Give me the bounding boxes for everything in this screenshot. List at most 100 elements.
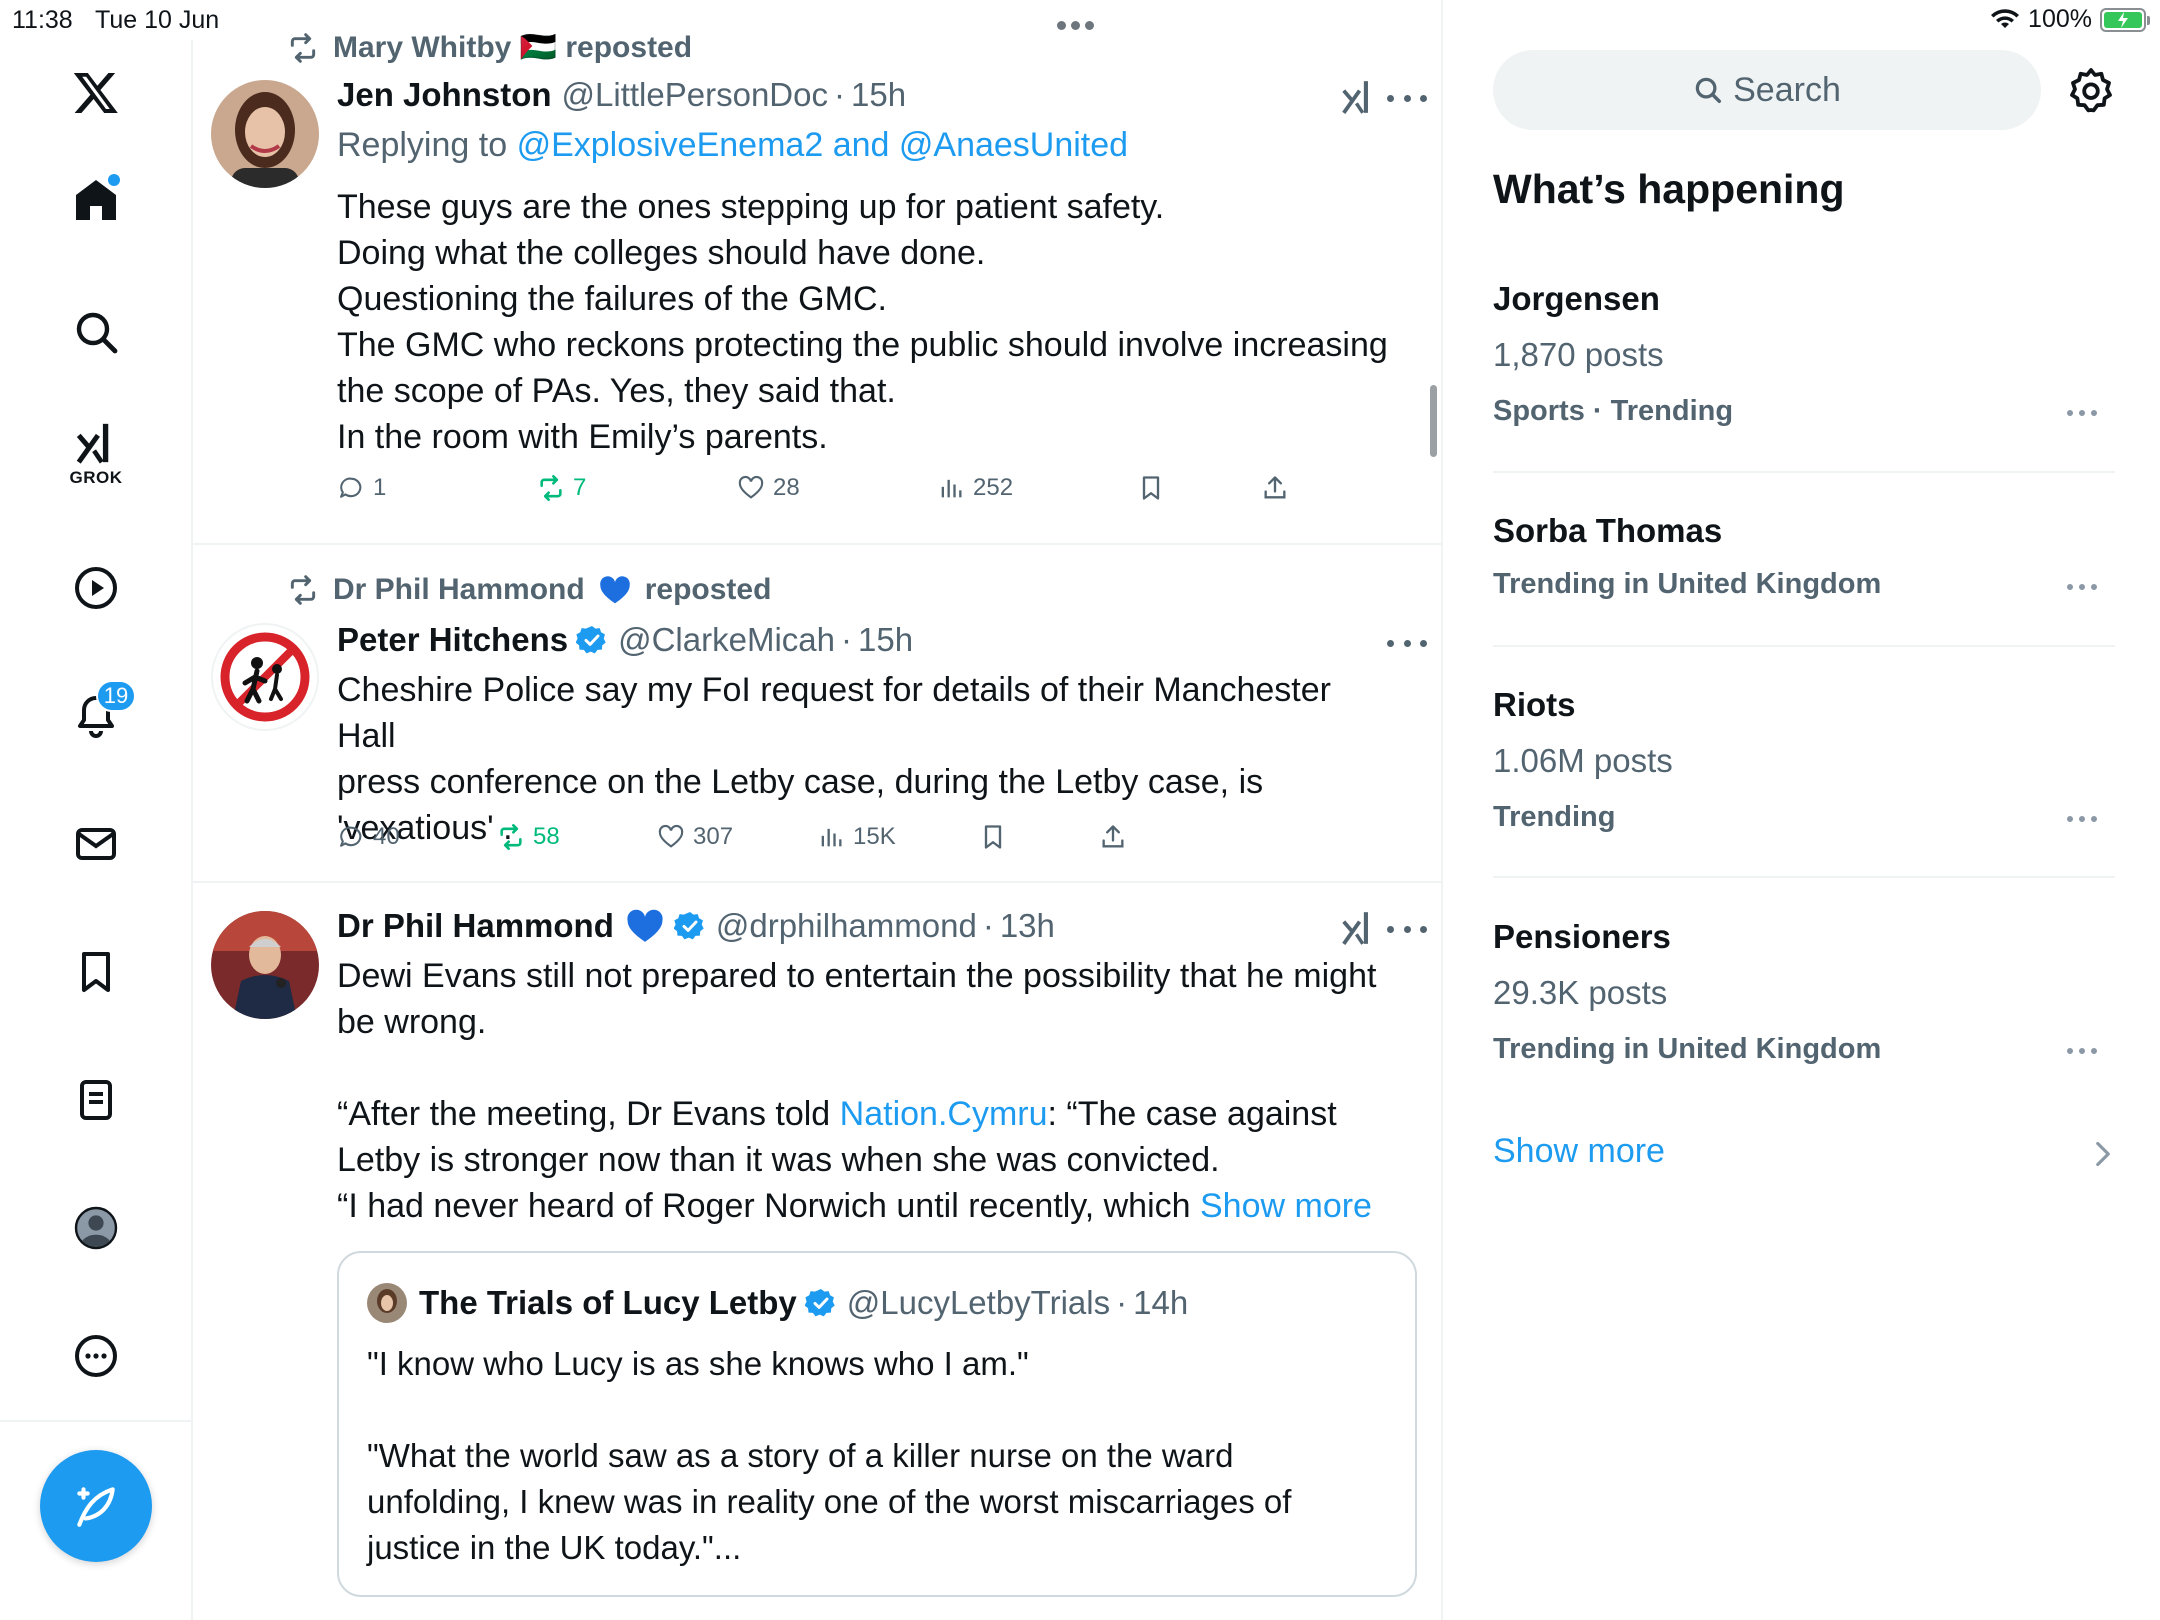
quoted-author-name[interactable]: The Trials of Lucy Letby	[419, 1284, 797, 1322]
timeline-scrollbar[interactable]	[1430, 385, 1437, 457]
tweet-text-line: In the room with Emily’s parents.	[337, 418, 828, 456]
tweet-1[interactable]: Mary Whitby 🇵🇸 reposted Jen Johnston @Li…	[193, 0, 1443, 545]
tweet-more-icon[interactable]	[1387, 637, 1427, 649]
view-count: 252	[973, 474, 1014, 501]
bookmark-button[interactable]	[1137, 474, 1165, 502]
post-time[interactable]: 13h	[1000, 907, 1055, 945]
quoted-text-line: "What the world saw as a story of a kill…	[367, 1437, 1234, 1474]
quoted-avatar[interactable]	[367, 1283, 407, 1323]
repost-icon	[500, 824, 522, 850]
search-input[interactable]: Search	[1493, 50, 2041, 130]
trend-divider	[1493, 645, 2115, 647]
views-button[interactable]: 15K	[817, 823, 896, 851]
repost-button[interactable]: 7	[537, 474, 586, 502]
quoted-tweet[interactable]: The Trials of Lucy Letby @LucyLetbyTrial…	[337, 1251, 1417, 1597]
author-handle[interactable]: @drphilhammond	[716, 907, 977, 945]
repost-count: 7	[573, 474, 587, 501]
author-handle[interactable]: @LittlePersonDoc	[562, 76, 828, 114]
whats-happening-title: What’s happening	[1493, 166, 1845, 212]
trend-item[interactable]: Sorba Thomas Trending in United Kingdom	[1493, 512, 2115, 612]
author-name[interactable]: Dr Phil Hammond	[337, 907, 614, 945]
reply-icon	[340, 477, 362, 498]
trend-more-icon[interactable]	[2067, 410, 2097, 418]
video-play-icon[interactable]	[66, 558, 126, 618]
grok-explain-icon[interactable]	[1339, 909, 1377, 947]
like-button[interactable]: 307	[657, 823, 733, 851]
views-button[interactable]: 252	[937, 474, 1013, 502]
trend-item[interactable]: Riots 1.06M posts Trending	[1493, 686, 2115, 846]
replying-to-label: Replying to	[337, 126, 508, 164]
verified-badge-icon	[673, 912, 704, 940]
heart-icon	[738, 475, 764, 499]
trend-more-icon[interactable]	[2067, 584, 2097, 592]
post-time[interactable]: 15h	[858, 621, 913, 659]
more-options-icon[interactable]	[66, 1326, 126, 1386]
tweet-text-line: “After the meeting, Dr Evans told Nation…	[337, 1095, 1337, 1133]
heart-icon	[658, 824, 684, 848]
compose-post-button[interactable]	[40, 1450, 152, 1562]
bookmark-button[interactable]	[979, 823, 1007, 851]
reply-button[interactable]: 1	[337, 474, 386, 502]
tweet-text: These guys are the ones stepping up for …	[337, 184, 1397, 460]
reply-mention-2[interactable]: @AnaesUnited	[899, 126, 1128, 164]
author-handle[interactable]: @ClarkeMicah	[618, 621, 835, 659]
show-more-link[interactable]: Show more	[1200, 1187, 1372, 1225]
trend-category: Trending in United Kingdom	[1493, 1033, 1882, 1065]
messages-envelope-icon[interactable]	[66, 814, 126, 874]
tweet-more-icon[interactable]	[1387, 923, 1427, 935]
blue-heart-icon	[627, 909, 663, 942]
quoted-author-handle[interactable]: @LucyLetbyTrials	[847, 1284, 1110, 1322]
chevron-right-icon[interactable]	[2092, 1140, 2114, 1168]
grok-icon[interactable]: GROK	[66, 422, 126, 487]
view-count: 15K	[853, 823, 896, 850]
repost-icon	[540, 475, 562, 501]
trend-category: Trending in United Kingdom	[1493, 568, 1882, 600]
lists-icon[interactable]	[66, 1070, 126, 1130]
tweet-2[interactable]: Dr Phil Hammond reposted Peter Hitchens …	[193, 545, 1443, 883]
share-button[interactable]	[1261, 474, 1289, 502]
author-name[interactable]: Peter Hitchens	[337, 621, 568, 659]
show-more-trends-link[interactable]: Show more	[1493, 1132, 1665, 1171]
settings-gear-icon[interactable]	[2067, 66, 2115, 114]
share-icon	[1264, 476, 1286, 499]
tweet-text-line: Questioning the failures of the GMC.	[337, 280, 887, 318]
avatar[interactable]	[211, 80, 319, 188]
avatar[interactable]	[211, 623, 319, 731]
share-button[interactable]	[1099, 823, 1127, 851]
trend-more-icon[interactable]	[2067, 1048, 2097, 1056]
nation-cymru-link[interactable]: Nation.Cymru	[840, 1095, 1048, 1133]
reply-icon	[340, 826, 362, 847]
tweet-more-icon[interactable]	[1387, 92, 1427, 104]
quoted-tweet-header: The Trials of Lucy Letby @LucyLetbyTrial…	[367, 1283, 1188, 1323]
trend-more-icon[interactable]	[2067, 816, 2097, 824]
profile-avatar-icon[interactable]	[66, 1198, 126, 1258]
left-sidebar: GROK 19	[0, 40, 193, 1620]
notification-count-badge: 19	[96, 680, 136, 712]
quoted-tweet-text: "I know who Lucy is as she knows who I a…	[367, 1341, 1387, 1571]
quoted-post-time: 14h	[1133, 1284, 1189, 1321]
avatar[interactable]	[211, 911, 319, 1019]
tweet-text-line: These guys are the ones stepping up for …	[337, 188, 1165, 226]
bookmarks-icon[interactable]	[66, 942, 126, 1002]
repost-button[interactable]: 58	[497, 823, 560, 851]
tweet-text-line: Doing what the colleges should have done…	[337, 234, 986, 272]
repost-indicator[interactable]: Dr Phil Hammond reposted	[287, 573, 771, 607]
repost-icon	[290, 575, 316, 605]
notifications-bell-icon[interactable]: 19	[66, 680, 136, 746]
home-icon[interactable]	[66, 170, 126, 230]
reply-button[interactable]: 40	[337, 823, 400, 851]
trend-item[interactable]: Pensioners 29.3K posts Trending in Unite…	[1493, 918, 2115, 1078]
repost-icon	[290, 32, 316, 63]
reply-mention-1[interactable]: @ExplosiveEnema2	[517, 126, 824, 164]
tweet-3[interactable]: Dr Phil Hammond @drphilhammond · 13h Dew…	[193, 883, 1443, 1620]
trend-item[interactable]: Jorgensen 1,870 posts Sports · Trending	[1493, 280, 2115, 440]
search-icon[interactable]	[66, 302, 126, 362]
repost-by-text: Mary Whitby 🇵🇸 reposted	[333, 31, 693, 64]
repost-indicator[interactable]: Mary Whitby 🇵🇸 reposted	[287, 30, 692, 65]
grok-explain-icon[interactable]	[1339, 78, 1377, 116]
reply-and: and	[832, 126, 890, 164]
x-logo-icon[interactable]	[66, 62, 126, 122]
author-name[interactable]: Jen Johnston	[337, 76, 552, 114]
like-button[interactable]: 28	[737, 474, 800, 502]
post-time[interactable]: 15h	[851, 76, 906, 114]
